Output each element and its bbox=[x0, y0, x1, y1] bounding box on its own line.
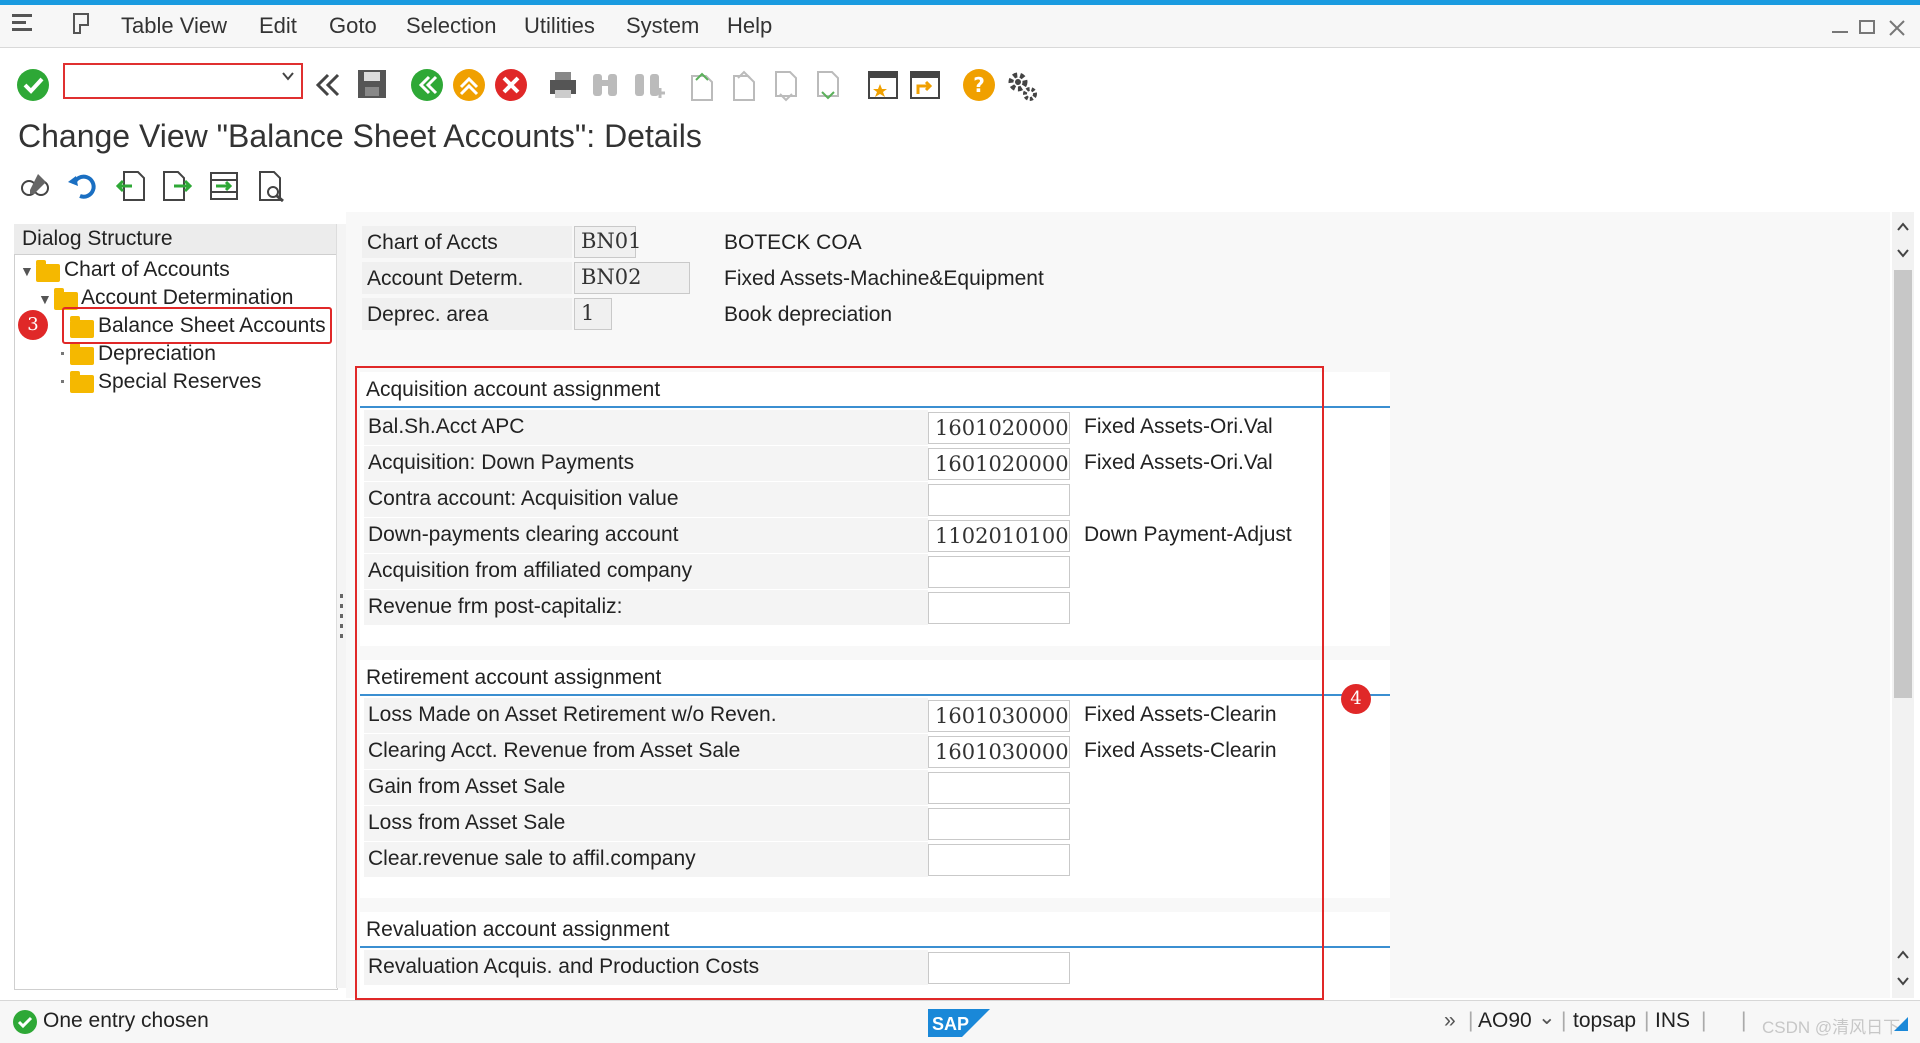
menu-selection[interactable]: Selection bbox=[406, 13, 497, 39]
scroll-up-icon[interactable] bbox=[1894, 218, 1912, 262]
folder-icon bbox=[70, 343, 94, 365]
back-icon[interactable] bbox=[410, 68, 444, 102]
tree-node-depreciation[interactable]: Depreciation bbox=[98, 342, 216, 366]
display-change-icon[interactable] bbox=[18, 170, 50, 202]
chevron-down-icon[interactable] bbox=[281, 69, 295, 83]
next-page-icon[interactable] bbox=[770, 68, 800, 102]
help-icon[interactable]: ? bbox=[962, 68, 996, 102]
menu-goto[interactable]: Goto bbox=[329, 13, 377, 39]
sap-logo-text: SAP bbox=[932, 1014, 969, 1034]
minimize-icon[interactable] bbox=[1832, 31, 1848, 33]
double-chevron-left-icon[interactable] bbox=[314, 72, 342, 98]
generate-shortcut-icon[interactable] bbox=[908, 68, 942, 102]
status-separator: | bbox=[1561, 1009, 1567, 1032]
status-message: One entry chosen bbox=[43, 1009, 209, 1032]
menu-help[interactable]: Help bbox=[727, 13, 772, 39]
status-tcode: AO90 bbox=[1478, 1009, 1532, 1032]
menu-table-view[interactable]: Table View bbox=[121, 13, 227, 39]
last-page-icon[interactable] bbox=[812, 68, 842, 102]
find-next-icon[interactable] bbox=[632, 70, 666, 100]
account-determ-desc: Fixed Assets-Machine&Equipment bbox=[724, 267, 1044, 290]
dialog-structure-title: Dialog Structure bbox=[22, 227, 173, 250]
success-check-icon bbox=[13, 1010, 37, 1034]
select-block-icon[interactable] bbox=[208, 170, 240, 202]
dialog-structure-header: Dialog Structure bbox=[14, 224, 336, 255]
watermark: CSDN @清风日下 bbox=[1762, 1018, 1901, 1037]
tree-connector bbox=[61, 380, 64, 383]
previous-entry-icon[interactable] bbox=[114, 170, 146, 202]
enter-check-icon[interactable] bbox=[16, 68, 50, 102]
exit-icon[interactable] bbox=[452, 68, 486, 102]
annotation-badge-3: 3 bbox=[18, 310, 48, 340]
status-expand-icon[interactable]: » bbox=[1444, 1009, 1456, 1033]
account-determ-value[interactable]: BN02 bbox=[574, 262, 690, 294]
menu-bar: Table View Edit Goto Selection Utilities… bbox=[0, 0, 1920, 48]
status-separator: | bbox=[1701, 1009, 1707, 1032]
create-session-icon[interactable] bbox=[866, 68, 900, 102]
tree-connector bbox=[61, 352, 64, 355]
menu-utilities[interactable]: Utilities bbox=[524, 13, 595, 39]
find-icon[interactable] bbox=[590, 70, 620, 100]
undo-icon[interactable] bbox=[66, 170, 98, 202]
tree-node-chart-of-accounts[interactable]: Chart of Accounts bbox=[64, 258, 230, 282]
status-bar: One entry chosen SAP » | AO90 ⌄ | topsap… bbox=[0, 1000, 1920, 1043]
chevron-down-icon[interactable]: ▼ bbox=[38, 291, 52, 307]
chart-of-accts-label: Chart of Accts bbox=[367, 231, 498, 254]
close-window-icon[interactable] bbox=[1889, 20, 1905, 36]
status-separator: | bbox=[1741, 1009, 1747, 1032]
chart-of-accts-desc: BOTECK COA bbox=[724, 231, 862, 254]
selection-highlight bbox=[62, 307, 332, 344]
menu-system[interactable]: System bbox=[626, 13, 699, 39]
status-separator: | bbox=[1644, 1009, 1650, 1032]
where-used-icon[interactable] bbox=[256, 170, 288, 202]
settings-gear-icon[interactable] bbox=[1004, 68, 1038, 102]
annotation-badge-4: 4 bbox=[1341, 684, 1371, 714]
first-page-icon[interactable] bbox=[686, 68, 716, 102]
save-icon[interactable] bbox=[356, 68, 388, 100]
command-field[interactable] bbox=[63, 63, 303, 99]
deprec-area-label: Deprec. area bbox=[367, 303, 489, 326]
account-determ-label: Account Determ. bbox=[367, 267, 524, 290]
folder-icon bbox=[70, 371, 94, 393]
chart-of-accts-value[interactable]: BN01 bbox=[574, 226, 642, 258]
chevron-down-icon[interactable]: ⌄ bbox=[1538, 1005, 1556, 1030]
annotation-box bbox=[355, 366, 1324, 1000]
scroll-down-icon[interactable] bbox=[1894, 946, 1912, 990]
pin-icon[interactable] bbox=[68, 11, 96, 37]
menu-icon[interactable] bbox=[10, 11, 38, 35]
svg-text:?: ? bbox=[973, 73, 985, 97]
next-entry-icon[interactable] bbox=[162, 170, 194, 202]
chevron-down-icon[interactable]: ▼ bbox=[20, 263, 34, 279]
page-title: Change View "Balance Sheet Accounts": De… bbox=[18, 118, 702, 154]
deprec-area-value[interactable]: 1 bbox=[574, 298, 612, 330]
folder-icon bbox=[36, 260, 60, 282]
deprec-area-desc: Book depreciation bbox=[724, 303, 893, 326]
previous-page-icon[interactable] bbox=[728, 68, 758, 102]
sap-logo: SAP bbox=[928, 1009, 990, 1037]
status-server: topsap bbox=[1573, 1009, 1637, 1032]
resize-grip-icon[interactable] bbox=[1892, 1015, 1910, 1033]
scroll-thumb[interactable] bbox=[1894, 270, 1912, 698]
menu-edit[interactable]: Edit bbox=[259, 13, 297, 39]
restore-icon[interactable] bbox=[1859, 20, 1875, 34]
cancel-icon[interactable] bbox=[494, 68, 528, 102]
tree-node-special-reserves[interactable]: Special Reserves bbox=[98, 370, 261, 394]
status-separator: | bbox=[1468, 1009, 1474, 1032]
print-icon[interactable] bbox=[546, 70, 580, 100]
status-mode: INS bbox=[1655, 1009, 1691, 1032]
window-controls bbox=[1832, 20, 1905, 36]
